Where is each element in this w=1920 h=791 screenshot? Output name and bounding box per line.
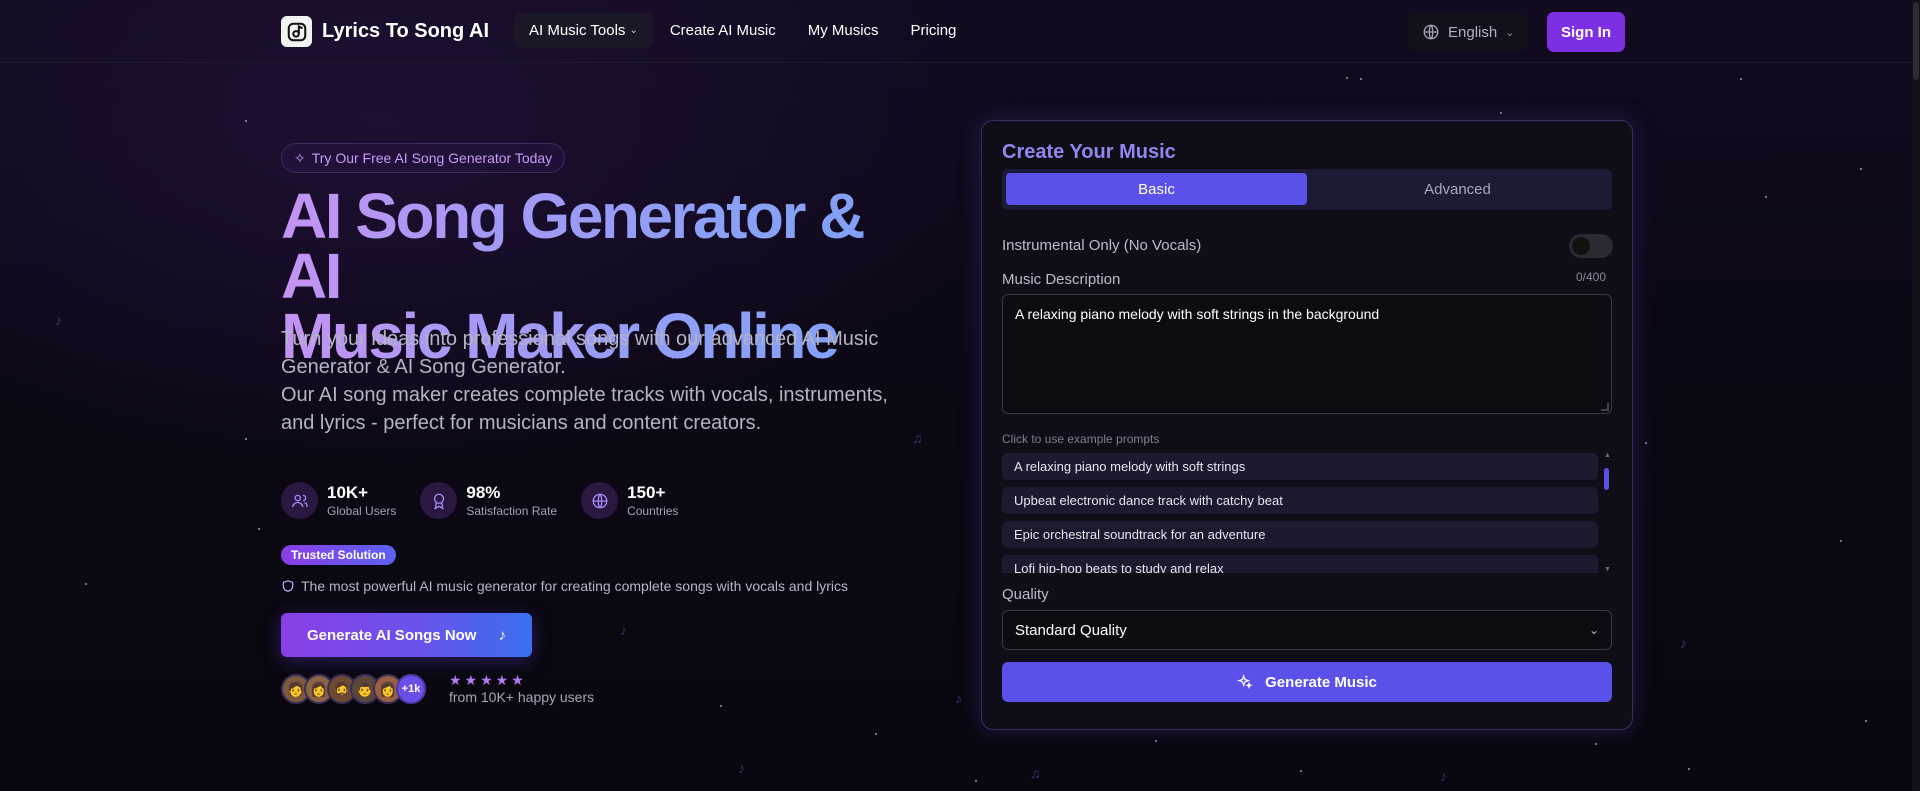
shield-icon bbox=[282, 580, 294, 592]
example-prompt[interactable]: Epic orchestral soundtrack for an advent… bbox=[1002, 521, 1598, 548]
music-note-icon: ♪ bbox=[498, 626, 506, 644]
rating-text: from 10K+ happy users bbox=[449, 689, 595, 705]
brand-name: Lyrics To Song AI bbox=[322, 20, 490, 42]
page-scrollbar[interactable] bbox=[1912, 0, 1920, 791]
example-prompts-hint: Click to use example prompts bbox=[1002, 432, 1160, 446]
language-selector[interactable]: English ⌄ bbox=[1408, 13, 1529, 51]
sign-in-button[interactable]: Sign In bbox=[1547, 12, 1625, 52]
quality-label: Quality bbox=[1002, 586, 1049, 603]
panel-title: Create Your Music bbox=[1002, 141, 1176, 163]
scroll-down-icon[interactable]: ▼ bbox=[1604, 566, 1611, 573]
user-rating: ★★★★★ from 10K+ happy users bbox=[449, 672, 594, 705]
sparkle-icon bbox=[1237, 674, 1253, 690]
stat-value: 98% bbox=[466, 482, 501, 502]
stat-value: 10K+ bbox=[327, 482, 369, 502]
language-label: English bbox=[1448, 23, 1498, 41]
hero-description-line2: Our AI song maker creates complete track… bbox=[281, 384, 888, 434]
nav-label: AI Music Tools bbox=[529, 22, 626, 39]
nav-label: Create AI Music bbox=[669, 22, 776, 39]
description-counter: 0/400 bbox=[1576, 270, 1607, 284]
stat-label: Countries bbox=[627, 503, 679, 518]
example-prompts-list: A relaxing piano melody with soft string… bbox=[1002, 453, 1598, 573]
mode-tabs: Basic Advanced bbox=[1002, 169, 1612, 210]
nav-my-musics[interactable]: My Musics bbox=[792, 13, 895, 48]
example-prompt[interactable]: Upbeat electronic dance track with catch… bbox=[1002, 487, 1598, 514]
example-prompts-scrollbar[interactable]: ▲ ▼ bbox=[1604, 452, 1611, 573]
cta-label: Generate AI Songs Now bbox=[307, 626, 477, 644]
stat-countries: 150+ Countries bbox=[581, 482, 678, 519]
instrumental-toggle[interactable] bbox=[1569, 234, 1613, 258]
generate-ai-songs-button[interactable]: Generate AI Songs Now ♪ bbox=[281, 613, 532, 657]
tab-basic[interactable]: Basic bbox=[1006, 173, 1307, 205]
example-prompt[interactable]: A relaxing piano melody with soft string… bbox=[1002, 453, 1598, 480]
chevron-down-icon: ⌄ bbox=[629, 25, 638, 36]
brand[interactable]: Lyrics To Song AI bbox=[281, 16, 489, 47]
chevron-down-icon: ⌄ bbox=[1588, 623, 1599, 637]
trusted-badge: Trusted Solution bbox=[281, 545, 396, 565]
trusted-text-label: The most powerful AI music generator for… bbox=[301, 578, 849, 594]
chevron-down-icon: ⌄ bbox=[1505, 26, 1515, 39]
stat-global-users: 10K+ Global Users bbox=[281, 482, 396, 519]
stats-row: 10K+ Global Users 98% Satisfaction Rate … bbox=[281, 482, 678, 519]
music-description-textarea[interactable]: A relaxing piano melody with soft string… bbox=[1002, 294, 1612, 414]
scroll-up-icon[interactable]: ▲ bbox=[1604, 452, 1611, 459]
main-nav: AI Music Tools ⌄ Create AI Music My Musi… bbox=[513, 13, 972, 48]
description-label: Music Description bbox=[1002, 271, 1121, 288]
hero-title-line1: AI Song Generator & AI bbox=[281, 180, 863, 312]
nav-label: My Musics bbox=[807, 22, 879, 39]
users-icon bbox=[281, 482, 318, 519]
instrumental-label: Instrumental Only (No Vocals) bbox=[1002, 237, 1202, 254]
quality-value: Standard Quality bbox=[1015, 621, 1127, 639]
nav-create-ai-music[interactable]: Create AI Music bbox=[654, 13, 792, 48]
description-value: A relaxing piano melody with soft string… bbox=[1015, 306, 1380, 322]
stat-satisfaction: 98% Satisfaction Rate bbox=[420, 482, 557, 519]
create-music-panel: Create Your Music Basic Advanced Instrum… bbox=[981, 120, 1633, 730]
stat-value: 150+ bbox=[627, 482, 666, 502]
award-icon bbox=[420, 482, 458, 519]
generate-music-button[interactable]: Generate Music bbox=[1002, 662, 1612, 702]
stat-label: Satisfaction Rate bbox=[466, 503, 558, 518]
scrollbar-thumb[interactable] bbox=[1604, 468, 1609, 490]
toggle-knob bbox=[1572, 237, 1590, 255]
generate-music-label: Generate Music bbox=[1265, 673, 1377, 691]
site-header: Lyrics To Song AI AI Music Tools ⌄ Creat… bbox=[0, 0, 1912, 63]
nav-ai-music-tools[interactable]: AI Music Tools ⌄ bbox=[513, 13, 654, 48]
brand-logo-icon bbox=[281, 16, 312, 47]
star-rating-icons: ★★★★★ bbox=[449, 672, 527, 688]
hero-description: Turn your ideas into professional songs … bbox=[281, 325, 901, 437]
avatar-more-count: +1k bbox=[396, 674, 426, 704]
hero-badge: ✧ Try Our Free AI Song Generator Today bbox=[281, 143, 566, 173]
hero-description-line1: Turn your ideas into professional songs … bbox=[281, 328, 879, 378]
quality-select[interactable]: Standard Quality ⌄ bbox=[1002, 610, 1612, 650]
trusted-text: The most powerful AI music generator for… bbox=[281, 578, 848, 594]
page-scrollbar-thumb[interactable] bbox=[1913, 2, 1919, 80]
stat-label: Global Users bbox=[327, 503, 397, 518]
user-avatars: 🧑 👩 🧔 👨 👩 +1k bbox=[281, 674, 426, 704]
nav-label: Pricing bbox=[910, 22, 957, 39]
nav-pricing[interactable]: Pricing bbox=[895, 13, 973, 48]
hero-badge-label: Try Our Free AI Song Generator Today bbox=[311, 150, 553, 166]
sparkle-icon: ✧ bbox=[294, 149, 306, 166]
globe-icon bbox=[1423, 24, 1439, 40]
tab-advanced[interactable]: Advanced bbox=[1307, 173, 1608, 205]
resize-handle-icon[interactable] bbox=[1601, 403, 1609, 411]
example-prompt[interactable]: Lofi hip-hop beats to study and relax bbox=[1002, 555, 1598, 573]
globe-icon bbox=[581, 482, 619, 519]
